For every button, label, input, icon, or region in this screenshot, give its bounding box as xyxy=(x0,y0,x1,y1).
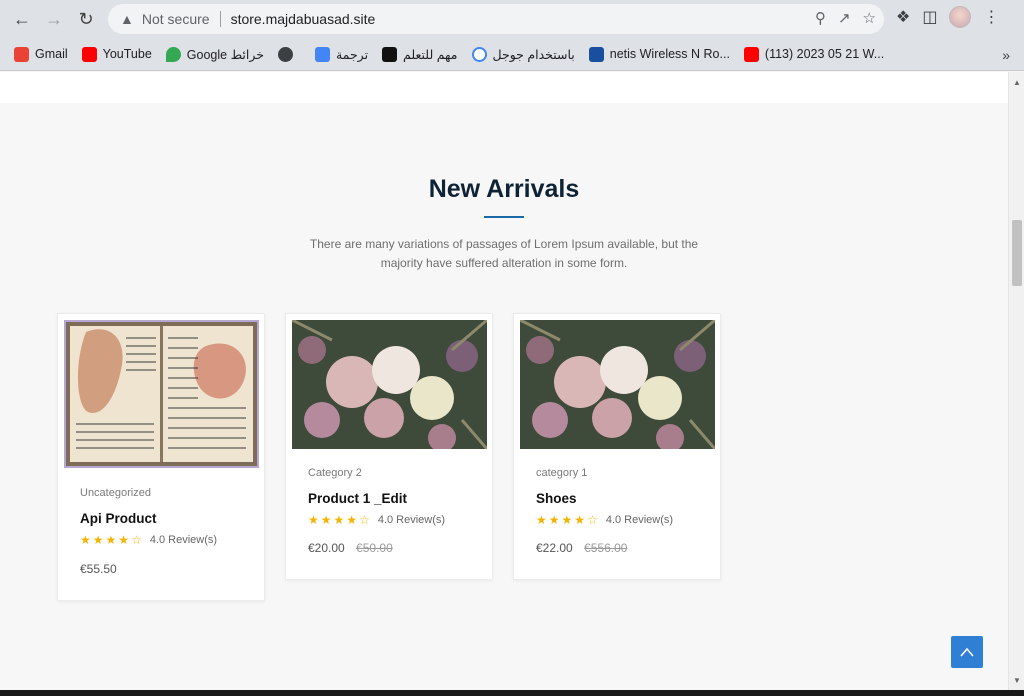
bookmark-youtube[interactable]: YouTube xyxy=(81,46,152,62)
star-icon: ★ xyxy=(561,513,573,527)
star-outline-icon: ☆ xyxy=(587,513,598,527)
translate-icon xyxy=(315,46,331,62)
product-name[interactable]: Product 1 _Edit xyxy=(308,491,407,506)
product-category[interactable]: Category 2 xyxy=(308,467,362,479)
section-title: New Arrivals xyxy=(428,175,580,203)
star-icon: ★ xyxy=(118,533,130,547)
bookmark-google-search[interactable]: باستخدام جوجل xyxy=(471,46,575,62)
share-icon[interactable]: ↗ xyxy=(838,9,851,27)
browser-toolbar: ← → ↻ ▲ Not secure store.majdabuasad.sit… xyxy=(0,0,1024,38)
maps-pin-icon xyxy=(165,46,181,62)
star-icon: ★ xyxy=(333,513,345,527)
product-card[interactable]: category 1 Shoes ★ ★ ★ ★ ☆ 4.0 Review(s)… xyxy=(513,313,721,580)
product-name[interactable]: Shoes xyxy=(536,491,577,506)
arrow-left-icon: ← xyxy=(13,8,31,29)
product-category[interactable]: Uncategorized xyxy=(80,487,151,499)
product-price: €55.50 xyxy=(80,562,117,576)
rating-text: 4.0 Review(s) xyxy=(149,534,218,546)
forward-button[interactable]: → xyxy=(38,3,70,35)
star-icon: ★ xyxy=(92,533,104,547)
netis-icon xyxy=(588,46,604,62)
bookmark-globe[interactable] xyxy=(278,46,301,62)
old-price: €50.00 xyxy=(356,541,393,555)
current-price: €22.00 xyxy=(536,541,573,555)
star-icon: ★ xyxy=(320,513,332,527)
product-rating: ★ ★ ★ ★ ☆ 4.0 Review(s) xyxy=(80,533,217,547)
bookmark-netis[interactable]: netis Wireless N Ro... xyxy=(588,46,730,62)
flower-bouquet-image xyxy=(520,320,715,449)
star-icon: ★ xyxy=(80,533,91,547)
bookmarks-bar: Gmail YouTube Google خرائط ترجمة مهم للت… xyxy=(0,38,1024,71)
bookmark-translate[interactable]: ترجمة xyxy=(315,46,368,62)
product-card[interactable]: Uncategorized Api Product ★ ★ ★ ★ ☆ 4.0 … xyxy=(57,313,265,601)
google-g-icon xyxy=(471,46,487,62)
product-card[interactable]: Category 2 Product 1 _Edit ★ ★ ★ ★ ☆ 4.0… xyxy=(285,313,493,580)
scroll-to-top-button[interactable] xyxy=(951,636,983,668)
product-image[interactable] xyxy=(64,320,259,468)
product-image[interactable] xyxy=(292,320,487,449)
old-price: €556.00 xyxy=(584,541,628,555)
scroll-up-arrow-icon[interactable]: ▲ xyxy=(1013,78,1021,87)
bookmark-learning[interactable]: مهم للتعلم xyxy=(382,46,458,62)
bookmark-youtube-video[interactable]: (113) 2023 05 21 W... xyxy=(743,46,884,62)
star-icon: ★ xyxy=(105,533,117,547)
security-label: Not secure xyxy=(141,11,210,27)
warning-icon: ▲ xyxy=(120,11,134,27)
scroll-down-arrow-icon[interactable]: ▼ xyxy=(1013,676,1021,685)
scrollbar-thumb[interactable] xyxy=(1012,220,1022,286)
address-bar-icons: ⚲ ↗ ☆ xyxy=(815,9,876,27)
address-bar[interactable]: ▲ Not secure store.majdabuasad.site ⚲ ↗ … xyxy=(108,4,884,34)
flower-bouquet-image xyxy=(292,320,487,449)
reload-button[interactable]: ↻ xyxy=(70,3,102,35)
page-scrollbar[interactable]: ▲ ▼ xyxy=(1008,72,1024,690)
star-outline-icon: ☆ xyxy=(131,533,142,547)
back-button[interactable]: ← xyxy=(6,3,38,35)
current-price: €20.00 xyxy=(308,541,345,555)
toolbar-right-icons: ❖ ◫ ⋮ xyxy=(896,6,999,28)
next-section-edge xyxy=(0,690,1024,696)
youtube-icon xyxy=(81,46,97,62)
product-price: €20.00 €50.00 xyxy=(308,541,393,555)
product-category[interactable]: category 1 xyxy=(536,467,587,479)
arrow-right-icon: → xyxy=(45,8,63,29)
star-icon: ★ xyxy=(308,513,319,527)
product-price: €22.00 €556.00 xyxy=(536,541,627,555)
star-icon: ★ xyxy=(574,513,586,527)
profile-avatar[interactable] xyxy=(949,6,972,28)
star-icon: ★ xyxy=(548,513,560,527)
zoom-icon[interactable]: ⚲ xyxy=(815,9,826,27)
globe-icon xyxy=(278,46,294,62)
youtube-icon xyxy=(743,46,759,62)
product-rating: ★ ★ ★ ★ ☆ 4.0 Review(s) xyxy=(536,513,673,527)
address-separator xyxy=(219,11,221,27)
product-image[interactable] xyxy=(520,320,715,449)
m-logo-icon xyxy=(382,46,398,62)
bookmark-star-icon[interactable]: ☆ xyxy=(863,9,876,27)
product-rating: ★ ★ ★ ★ ☆ 4.0 Review(s) xyxy=(308,513,445,527)
side-panel-icon[interactable]: ◫ xyxy=(922,7,937,27)
product-name[interactable]: Api Product xyxy=(80,511,157,526)
gmail-icon xyxy=(14,46,29,62)
section-subtitle: There are many variations of passages of… xyxy=(309,237,699,270)
top-section-band xyxy=(0,72,1008,103)
chevron-up-icon xyxy=(960,647,974,657)
bookmark-google-maps[interactable]: Google خرائط xyxy=(165,46,264,62)
current-price: €55.50 xyxy=(80,562,117,576)
extensions-icon[interactable]: ❖ xyxy=(896,7,910,27)
url-text: store.majdabuasad.site xyxy=(230,11,376,27)
star-icon: ★ xyxy=(536,513,547,527)
bookmarks-more-icon[interactable]: » xyxy=(1002,47,1010,63)
page-viewport: New Arrivals There are many variations o… xyxy=(0,72,1008,690)
menu-dots-icon[interactable]: ⋮ xyxy=(983,7,999,27)
arabic-book-image xyxy=(66,322,257,466)
bookmark-gmail[interactable]: Gmail xyxy=(14,46,68,62)
title-underline xyxy=(484,216,524,218)
reload-icon: ↻ xyxy=(78,8,94,29)
star-icon: ★ xyxy=(346,513,358,527)
rating-text: 4.0 Review(s) xyxy=(377,514,446,526)
rating-text: 4.0 Review(s) xyxy=(605,514,674,526)
star-outline-icon: ☆ xyxy=(359,513,370,527)
